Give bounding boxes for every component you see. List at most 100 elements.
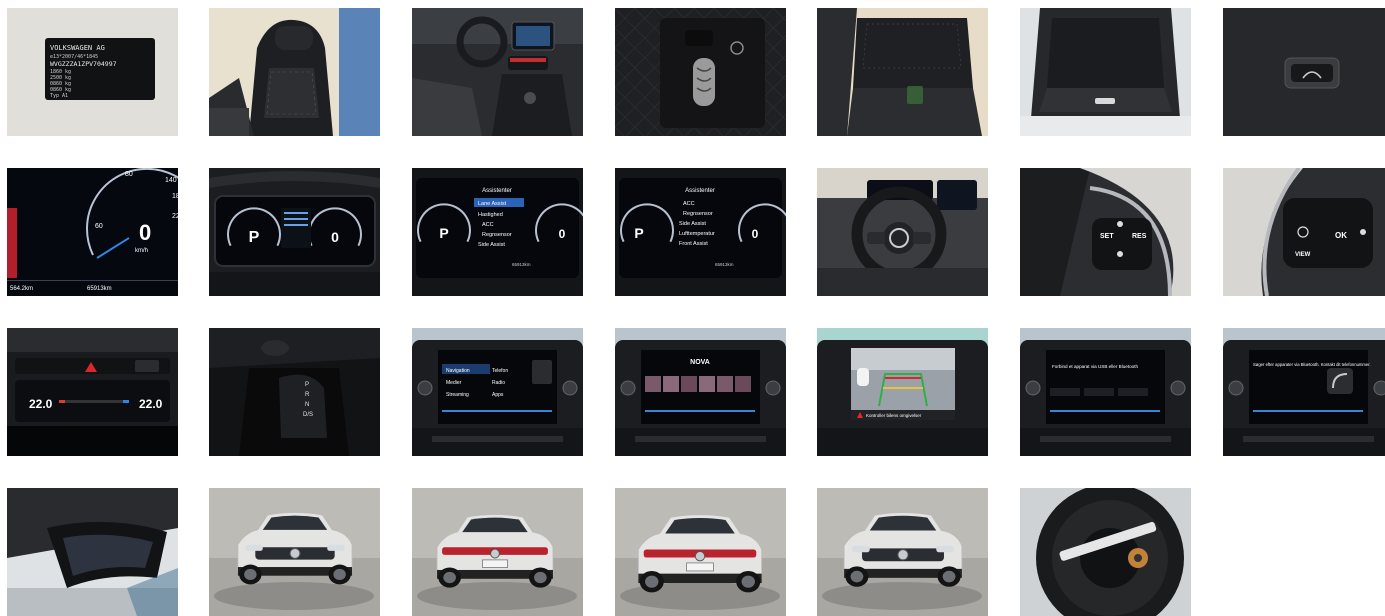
thumb-label: P — [305, 382, 309, 388]
gallery-thumbnail-exterior-front-left[interactable] — [209, 488, 380, 616]
thumb-label: Lufttemperatur — [679, 231, 715, 237]
gallery-thumbnail-rear-mirror[interactable] — [7, 488, 178, 616]
thumb-label: D/S — [303, 412, 313, 418]
gallery-thumbnail-exterior-front-right[interactable] — [817, 488, 988, 616]
thumb-label: 80 — [125, 171, 133, 178]
gallery-thumbnail-vin-plate[interactable]: VOLKSWAGEN AG e13*2007/46*1845 WVGZZZA1Z… — [7, 8, 178, 136]
gallery-thumbnail-rear-camera[interactable]: Kontroller bilens omgivelser — [817, 328, 988, 456]
thumb-label: 140 — [165, 177, 177, 184]
photo-instrument-cluster: P 0 — [209, 168, 380, 296]
thumb-label: Navigation — [446, 368, 470, 374]
photo-gallery-grid: VOLKSWAGEN AG e13*2007/46*1845 WVGZZZA1Z… — [0, 0, 1385, 616]
gallery-thumbnail-infotainment-carplay[interactable]: Søger efter apparater via Bluetooth. Kon… — [1223, 328, 1385, 456]
gallery-thumbnail-rear-seats[interactable] — [817, 8, 988, 136]
photo-steering-wheel — [817, 168, 988, 296]
photo-spare-wheel — [1020, 488, 1191, 616]
temp-right: 22.0 — [139, 397, 163, 411]
photo-rear-mirror — [7, 488, 178, 616]
photo-wheel-buttons-left: SET RES — [1020, 168, 1191, 296]
photo-gear-shifter: P R N D/S — [209, 328, 380, 456]
gallery-thumbnail-steering-wheel[interactable] — [817, 168, 988, 296]
photo-infotainment-radio: NOVA — [615, 328, 786, 456]
thumb-label: P — [634, 225, 643, 241]
gallery-thumbnail-wheel-buttons-right[interactable]: OK VIEW — [1223, 168, 1385, 296]
gallery-thumbnail-assist-menu-1[interactable]: P 0 Assistenter Lane Assist Hastighed AC… — [412, 168, 583, 296]
thumb-label: 65913km — [512, 262, 531, 267]
thumb-label: 564.2km — [10, 286, 33, 292]
thumb-label: Radio — [492, 380, 505, 386]
photo-trunk-button — [1223, 8, 1385, 136]
thumb-label: R — [305, 392, 310, 398]
gallery-thumbnail-climate-panel[interactable]: 22.0 22.0 — [7, 328, 178, 456]
gallery-thumbnail-spare-wheel[interactable] — [1020, 488, 1191, 616]
thumb-label: Medier — [446, 380, 462, 386]
thumb-label: WVGZZZA1ZPV704997 — [50, 60, 117, 68]
gallery-thumbnail-gear-shifter[interactable]: P R N D/S — [209, 328, 380, 456]
thumb-label: Side Assist — [679, 221, 706, 227]
thumb-label: RES — [1132, 233, 1147, 240]
gallery-thumbnail-wheel-buttons-left[interactable]: SET RES — [1020, 168, 1191, 296]
gallery-thumbnail-instrument-speedo[interactable]: 60 80 140 180 220 0 km/h 564.2km 65913km — [7, 168, 178, 296]
gallery-thumbnail-exterior-rear[interactable] — [615, 488, 786, 616]
thumb-label: 0 — [559, 227, 566, 241]
thumb-label: km/h — [135, 248, 148, 254]
gallery-thumbnail-dashboard-interior[interactable] — [412, 8, 583, 136]
thumb-label: ACC — [482, 222, 494, 228]
photo-assist-menu-1: P 0 Assistenter Lane Assist Hastighed AC… — [412, 168, 583, 296]
gallery-thumbnail-trunk-button[interactable] — [1223, 8, 1385, 136]
thumb-label: Søger efter apparater via Bluetooth. Kon… — [1253, 362, 1371, 367]
thumb-label: Forbind et apparat via USB eller Bluetoo… — [1052, 364, 1138, 369]
thumb-label: Typ A1 — [50, 93, 68, 99]
thumb-label: 60 — [95, 223, 103, 230]
thumb-label: NOVA — [690, 359, 710, 366]
thumb-label: VIEW — [1295, 252, 1311, 258]
thumb-label: Side Assist — [478, 242, 505, 248]
thumb-label: OK — [1335, 231, 1347, 240]
thumb-label: SET — [1100, 233, 1114, 240]
gallery-thumbnail-trunk[interactable] — [1020, 8, 1191, 136]
gallery-thumbnail-assist-menu-2[interactable]: P 0 Assistenter ACC Regnsensor Side Assi… — [615, 168, 786, 296]
thumb-label: N — [305, 402, 309, 408]
photo-trunk — [1020, 8, 1191, 136]
thumb-label: ACC — [683, 201, 695, 207]
photo-infotainment-phone: Forbind et apparat via USB eller Bluetoo… — [1020, 328, 1191, 456]
photo-wheel-buttons-right: OK VIEW — [1223, 168, 1385, 296]
gallery-thumbnail-infotainment-home[interactable]: Navigation Telefon Medier Radio Streamin… — [412, 328, 583, 456]
photo-exterior-rear — [615, 488, 786, 616]
thumb-label: Front Assist — [679, 241, 708, 247]
photo-rear-seats — [817, 8, 988, 136]
gallery-thumbnail-exterior-rear-left[interactable] — [412, 488, 583, 616]
thumb-label: 0 — [752, 227, 759, 241]
gear-indicator: P — [249, 229, 260, 246]
gallery-thumbnail-infotainment-radio[interactable]: NOVA — [615, 328, 786, 456]
photo-assist-menu-2: P 0 Assistenter ACC Regnsensor Side Assi… — [615, 168, 786, 296]
speed-value: 0 — [331, 229, 339, 245]
thumb-label: Streaming — [446, 392, 469, 398]
photo-instrument-speedo: 60 80 140 180 220 0 km/h 564.2km 65913km — [7, 168, 178, 296]
gallery-thumbnail-instrument-cluster[interactable]: P 0 — [209, 168, 380, 296]
photo-rear-camera: Kontroller bilens omgivelser — [817, 328, 988, 456]
thumb-label: 180 — [172, 193, 178, 200]
photo-climate-panel: 22.0 22.0 — [7, 328, 178, 456]
gallery-thumbnail-infotainment-phone[interactable]: Forbind et apparat via USB eller Bluetoo… — [1020, 328, 1191, 456]
gallery-thumbnail-key-wallet[interactable] — [615, 8, 786, 136]
thumb-label: 220 — [172, 213, 178, 220]
photo-exterior-front-right — [817, 488, 988, 616]
photo-front-seats — [209, 8, 380, 136]
photo-vin-plate: VOLKSWAGEN AG e13*2007/46*1845 WVGZZZA1Z… — [7, 8, 178, 136]
thumb-label: P — [439, 225, 448, 241]
thumb-label: Assistenter — [685, 188, 715, 194]
speed-value: 0 — [139, 220, 151, 245]
photo-key-wallet — [615, 8, 786, 136]
photo-dashboard-interior — [412, 8, 583, 136]
thumb-label: 65913km — [715, 262, 734, 267]
thumb-label: Regnsensor — [482, 232, 512, 238]
photo-exterior-rear-left — [412, 488, 583, 616]
temp-left: 22.0 — [29, 397, 53, 411]
thumb-label: Kontroller bilens omgivelser — [866, 413, 922, 418]
thumb-label: Hastighed — [478, 212, 503, 218]
thumb-label: Telefon — [492, 368, 508, 374]
thumb-label: 65913km — [87, 286, 112, 292]
photo-infotainment-home: Navigation Telefon Medier Radio Streamin… — [412, 328, 583, 456]
gallery-thumbnail-front-seats[interactable] — [209, 8, 380, 136]
